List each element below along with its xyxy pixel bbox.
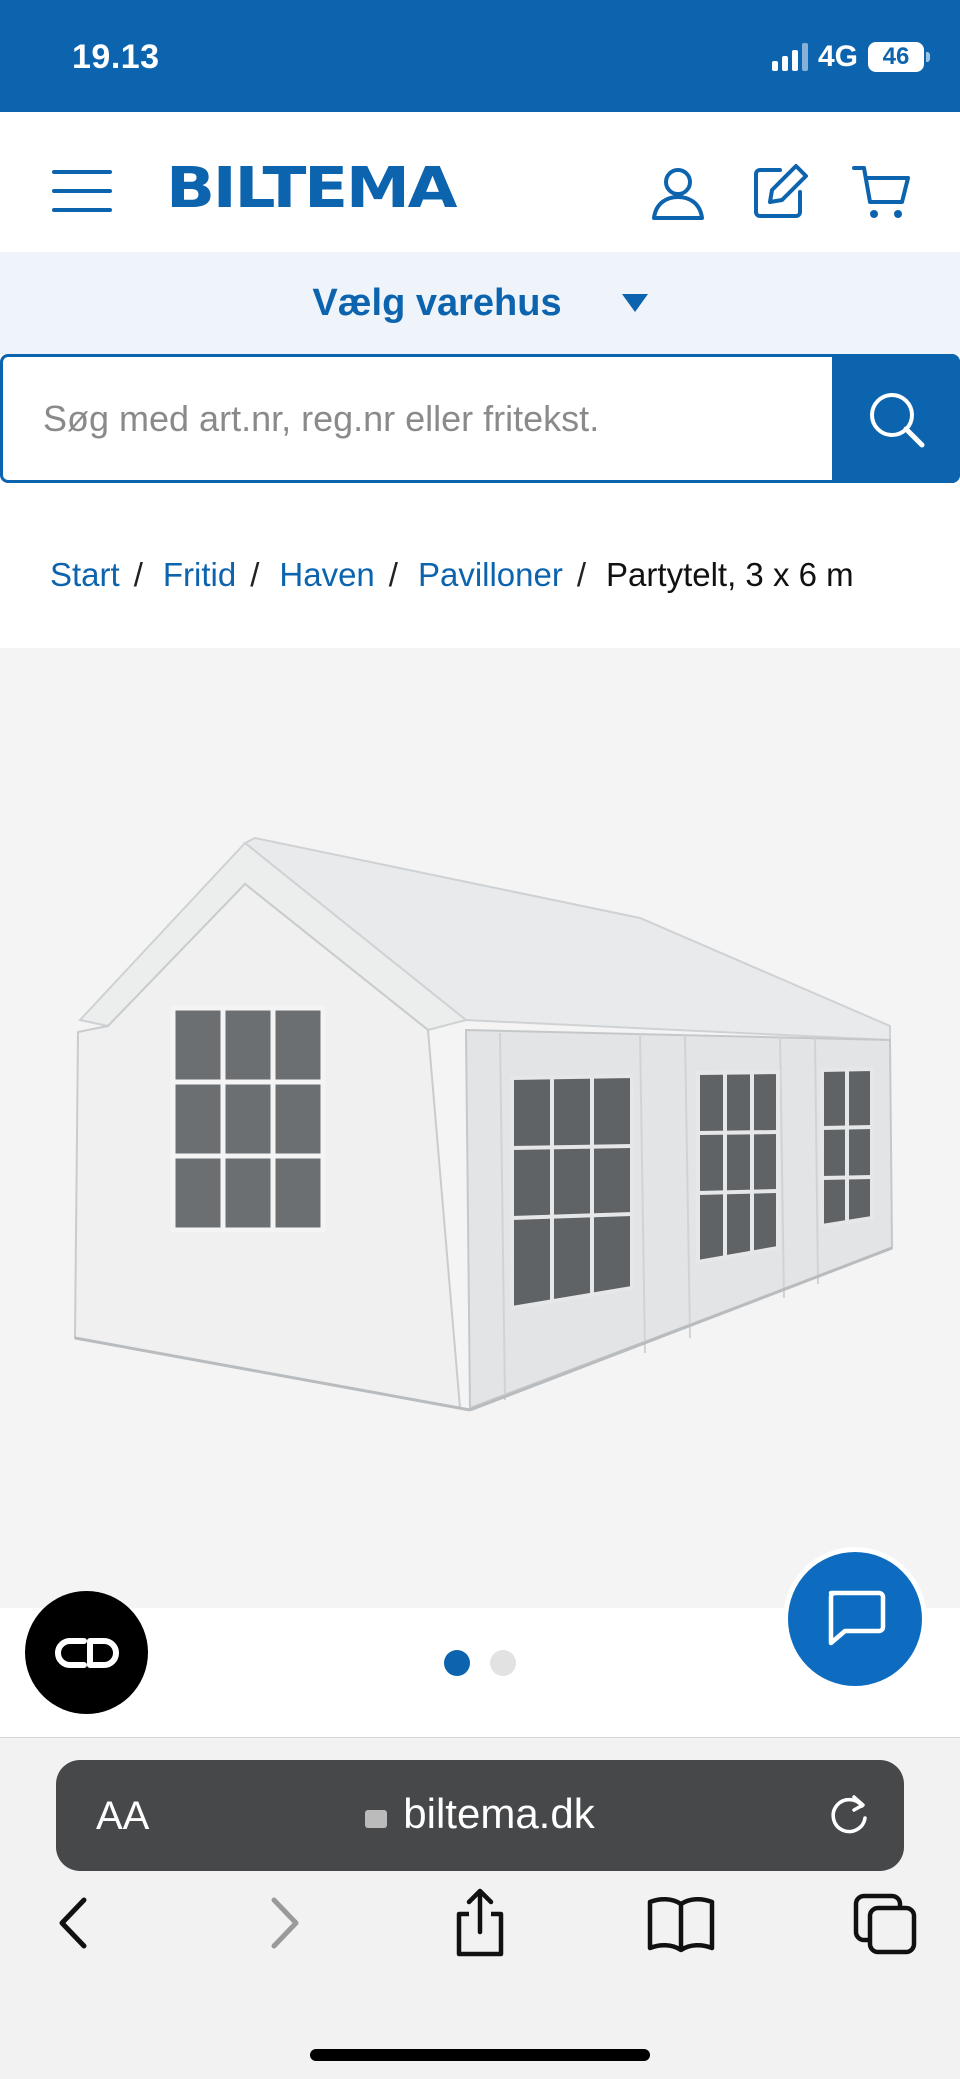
breadcrumb-separator: / [576,556,587,593]
breadcrumb-separator: / [133,556,143,593]
breadcrumb: Start / Fritid / Haven / Pavilloner / Pa… [50,556,854,594]
product-image [73,836,894,1412]
user-icon[interactable] [648,162,708,222]
network-type: 4G [817,40,858,73]
edit-icon[interactable] [750,162,810,222]
forward-icon[interactable] [248,1888,318,1958]
caret-down-icon [621,294,648,312]
breadcrumb-current: Partytelt, 3 x 6 m [606,556,854,593]
share-icon[interactable] [445,1888,515,1958]
search-bar [0,354,960,483]
browser-toolbar: AA biltema.dk [0,1737,960,2079]
breadcrumb-link-haven[interactable]: Haven [279,556,374,594]
breadcrumb-separator: / [250,556,260,593]
carousel-dot-1[interactable] [444,1650,470,1676]
store-selector[interactable]: Vælg varehus [0,252,960,354]
search-icon [870,392,925,447]
breadcrumb-separator: / [388,556,398,593]
address-url: biltema.dk [403,1790,595,1837]
search-button[interactable] [832,354,960,483]
home-indicator[interactable] [310,2049,650,2061]
lock-icon [365,1810,388,1828]
breadcrumb-link-start[interactable]: Start [50,556,120,594]
status-indicators: 4G 46 [771,40,930,74]
chat-button[interactable] [788,1552,922,1686]
reload-icon[interactable] [826,1792,872,1838]
battery-icon: 46 [868,42,930,72]
front-window [170,1005,326,1233]
battery-level: 46 [882,43,910,70]
store-selector-label: Vælg varehus [312,281,562,324]
address-url-wrapper: biltema.dk [56,1790,904,1838]
tabs-icon[interactable] [850,1888,920,1958]
breadcrumb-link-fritid[interactable]: Fritid [163,556,236,594]
product-image-gallery[interactable] [0,648,960,1608]
carousel-dot-2[interactable] [490,1650,516,1676]
signal-icon [771,43,808,71]
cookie-consent-icon [54,1637,119,1668]
cookie-consent-button[interactable] [25,1591,148,1714]
breadcrumb-link-pavilloner[interactable]: Pavilloner [418,556,563,594]
status-bar: 19.13 4G 46 [0,0,960,112]
cart-icon[interactable] [852,162,912,222]
bookmarks-icon[interactable] [646,1888,716,1958]
chat-icon [828,1590,886,1646]
address-bar[interactable]: AA biltema.dk [56,1760,904,1871]
menu-icon[interactable] [52,170,112,212]
site-header: BILTEMA [0,112,960,252]
biltema-logo[interactable]: BILTEMA [166,156,457,221]
status-time: 19.13 [72,38,160,76]
search-input[interactable] [43,357,823,480]
back-icon[interactable] [40,1888,110,1958]
